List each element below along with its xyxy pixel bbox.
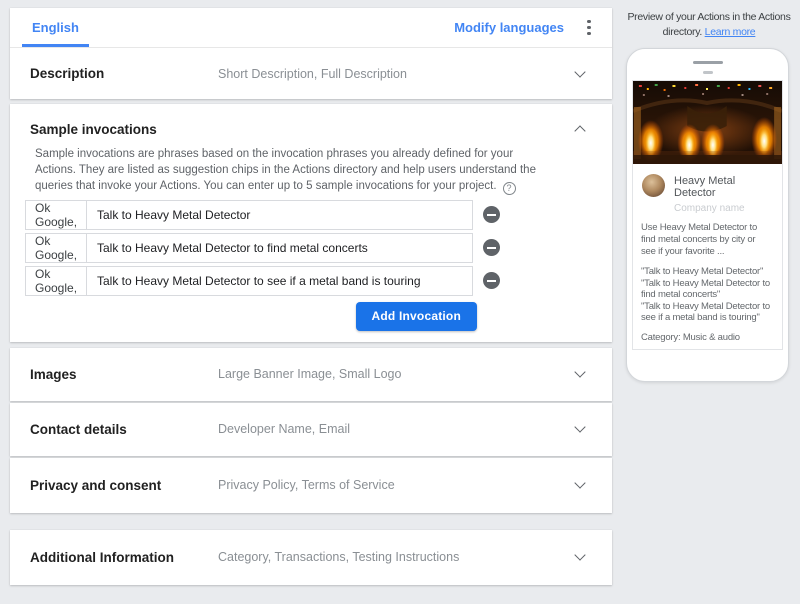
section-title: Additional Information [30, 549, 174, 565]
invocation-input-2[interactable] [86, 232, 473, 263]
section-sample-invocations-header[interactable]: Sample invocations [10, 120, 612, 138]
section-images[interactable]: Images Large Banner Image, Small Logo [10, 348, 612, 401]
invocation-input-1[interactable] [86, 199, 473, 230]
section-privacy-card: Privacy and consent Privacy Policy, Term… [10, 457, 612, 513]
company-name-placeholder: Company name [674, 203, 745, 214]
chevron-up-icon [574, 125, 586, 137]
section-title: Images [30, 366, 77, 382]
section-title: Description [30, 66, 105, 81]
ok-google-prefix: Ok Google, [25, 232, 87, 263]
app-header: Heavy Metal Detector Company name [642, 174, 774, 214]
app-title: Heavy Metal Detector [674, 175, 736, 199]
app-category: Category: Music & audio [641, 331, 740, 343]
language-tab-bar: English Modify languages [10, 8, 612, 48]
section-subtitle: Privacy Policy, Terms of Service [218, 478, 395, 492]
section-subtitle: Short Description, Full Description [218, 66, 407, 81]
phone-mockup: Heavy Metal Detector Company name Use He… [626, 48, 789, 382]
section-subtitle: Large Banner Image, Small Logo [218, 367, 402, 381]
actions-directory-preview: Preview of your Actions in the Actions d… [618, 0, 800, 604]
invocation-row: Ok Google, [25, 265, 612, 296]
ok-google-prefix: Ok Google, [25, 265, 87, 296]
section-title: Contact details [30, 421, 127, 437]
phone-screen: Heavy Metal Detector Company name Use He… [632, 80, 783, 350]
app-description: Use Heavy Metal Detector to find metal c… [641, 222, 758, 257]
phone-speaker [692, 61, 723, 64]
section-title: Sample invocations [30, 121, 157, 137]
phone-sensor-dot [702, 71, 713, 74]
help-icon[interactable]: ? [502, 181, 516, 195]
section-privacy-consent[interactable]: Privacy and consent Privacy Policy, Term… [10, 458, 612, 513]
section-additional-card: Additional Information Category, Transac… [10, 529, 612, 585]
invocation-row: Ok Google, [25, 232, 612, 263]
modify-languages-link[interactable]: Modify languages [454, 20, 564, 35]
section-description[interactable]: Description Short Description, Full Desc… [10, 48, 612, 99]
tab-english[interactable]: English [22, 8, 89, 47]
remove-invocation-button[interactable] [483, 239, 500, 256]
directory-info-panel: English Modify languages Description Sho… [10, 8, 612, 585]
section-title: Privacy and consent [30, 477, 162, 493]
section-images-card: Images Large Banner Image, Small Logo [10, 347, 612, 401]
invocation-input-3[interactable] [86, 265, 473, 296]
overflow-menu-icon[interactable] [580, 16, 598, 40]
chevron-down-icon [574, 477, 586, 489]
app-logo-avatar [642, 174, 665, 197]
learn-more-link[interactable]: Learn more [705, 26, 756, 38]
section-subtitle: Developer Name, Email [218, 422, 350, 436]
section-contact-details[interactable]: Contact details Developer Name, Email [10, 403, 612, 456]
chevron-down-icon [574, 65, 586, 78]
language-description-card: English Modify languages Description Sho… [10, 8, 612, 99]
add-invocation-button[interactable]: Add Invocation [355, 301, 477, 331]
sample-invocations-help-text: Sample invocations are phrases based on … [35, 148, 536, 195]
chevron-down-icon [574, 549, 586, 561]
preview-header-text: Preview of your Actions in the Actions d… [627, 11, 791, 38]
banner-image [633, 81, 782, 164]
section-additional-information[interactable]: Additional Information Category, Transac… [10, 530, 612, 585]
section-sample-invocations-card: Sample invocations Sample invocations ar… [10, 104, 612, 342]
remove-invocation-button[interactable] [483, 206, 500, 223]
remove-invocation-button[interactable] [483, 272, 500, 289]
sample-invocation-quotes: "Talk to Heavy Metal Detector" "Talk to … [641, 266, 770, 323]
section-subtitle: Category, Transactions, Testing Instruct… [218, 550, 460, 564]
section-contact-card: Contact details Developer Name, Email [10, 402, 612, 456]
invocation-row: Ok Google, [25, 199, 612, 230]
chevron-down-icon [574, 366, 586, 378]
invocation-rows: Ok Google, Ok Google, Ok Google, [25, 199, 612, 296]
chevron-down-icon [574, 421, 586, 433]
ok-google-prefix: Ok Google, [25, 199, 87, 230]
